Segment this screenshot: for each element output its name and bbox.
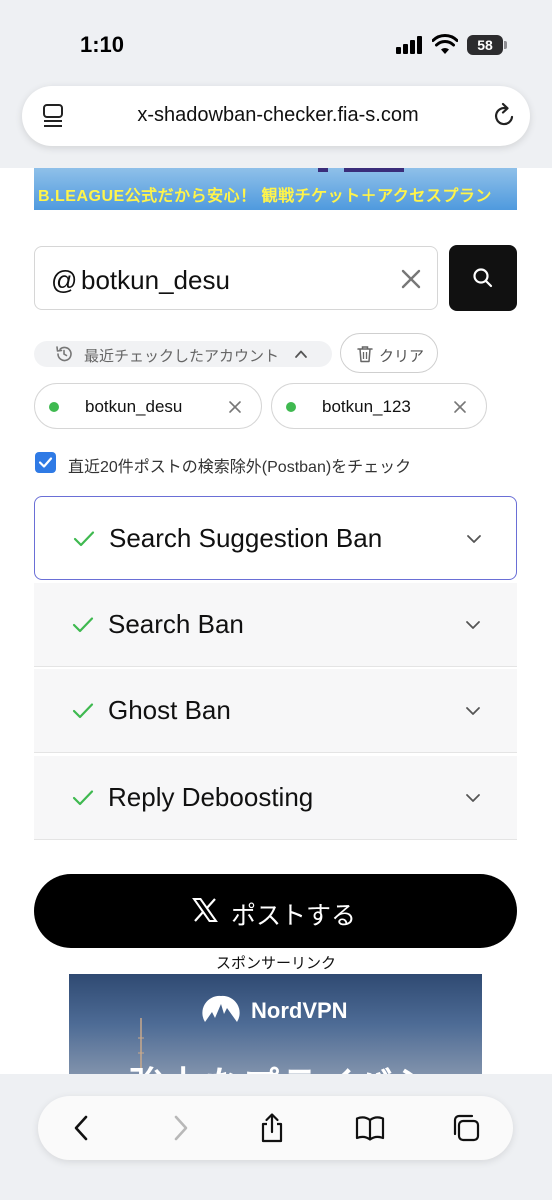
postban-checkbox-label[interactable]: 直近20件ポストの検索除外(Postban)をチェック	[68, 453, 411, 477]
status-time: 1:10	[80, 32, 125, 57]
check-search-suggestion-ban[interactable]: Search Suggestion Ban	[34, 496, 517, 580]
remove-account-icon[interactable]	[452, 399, 468, 415]
status-dot	[49, 402, 59, 412]
recent-account-chip[interactable]: botkun_123	[271, 383, 487, 429]
clear-history-button[interactable]: クリア	[340, 333, 438, 373]
check-ok-icon	[72, 617, 94, 633]
ad-banner[interactable]: B.LEAGUE公式だから安心！ 観戦チケット＋アクセスプラン	[34, 168, 517, 210]
post-button-label: ポストする	[231, 902, 357, 930]
battery-indicator: 58	[467, 35, 503, 55]
check-reply-deboosting[interactable]: Reply Deboosting	[34, 756, 517, 840]
search-button[interactable]	[449, 245, 517, 311]
check-title: Search Suggestion Ban	[109, 523, 383, 553]
page-menu-icon[interactable]	[42, 103, 64, 129]
history-icon	[56, 346, 72, 362]
address-bar[interactable]: x-shadowban-checker.fia-s.com	[22, 86, 530, 146]
status-bar: 1:10 58	[0, 0, 552, 88]
cellular-signal-icon	[396, 36, 424, 54]
ad-brand-name: NordVPN	[251, 998, 348, 1023]
postban-checkbox[interactable]	[35, 452, 56, 473]
nordvpn-logo-icon	[202, 995, 240, 1022]
search-icon	[473, 268, 493, 288]
at-prefix: @	[51, 265, 78, 295]
forward-icon[interactable]	[164, 1112, 196, 1144]
tabs-icon[interactable]	[450, 1112, 482, 1144]
username-search-input[interactable]: @ botkun_desu	[34, 246, 438, 310]
trash-icon	[357, 346, 373, 363]
chevron-down-icon	[467, 535, 481, 543]
recent-account-name: botkun_desu	[85, 397, 183, 416]
chevron-down-icon	[466, 794, 480, 802]
sponsor-label: スポンサーリンク	[215, 955, 336, 972]
browser-toolbar	[38, 1096, 513, 1160]
banner-logo-fragment	[318, 168, 404, 172]
banner-text: B.LEAGUE公式だから安心！ 観戦チケット＋アクセスプラン	[38, 188, 492, 205]
back-icon[interactable]	[66, 1112, 98, 1144]
wifi-icon	[432, 34, 458, 54]
check-title: Ghost Ban	[108, 695, 231, 725]
chevron-down-icon	[466, 707, 480, 715]
checkmark-icon	[38, 457, 53, 468]
check-title: Reply Deboosting	[108, 782, 314, 812]
bookmarks-icon[interactable]	[354, 1112, 386, 1144]
search-value[interactable]: botkun_desu	[81, 265, 230, 296]
recent-accounts-label: 最近チェックしたアカウント	[84, 348, 280, 365]
x-logo-icon	[192, 898, 218, 922]
recent-account-name: botkun_123	[322, 397, 411, 416]
check-ok-icon	[72, 790, 94, 806]
reload-icon[interactable]	[492, 102, 516, 128]
url-text[interactable]: x-shadowban-checker.fia-s.com	[98, 104, 458, 127]
check-search-ban[interactable]: Search Ban	[34, 583, 517, 667]
clear-input-icon[interactable]	[399, 267, 423, 291]
sponsored-ad[interactable]: NordVPN 強力なプライバシー	[69, 974, 482, 1084]
post-to-x-button[interactable]: ポストする	[34, 874, 517, 948]
check-ok-icon	[72, 703, 94, 719]
chevron-up-icon	[295, 350, 307, 358]
battery-tip	[504, 41, 507, 49]
remove-account-icon[interactable]	[227, 399, 243, 415]
recent-account-chip[interactable]: botkun_desu	[34, 383, 262, 429]
check-title: Search Ban	[108, 609, 244, 639]
check-ok-icon	[73, 531, 95, 547]
clear-history-label: クリア	[379, 348, 425, 365]
status-dot	[286, 402, 296, 412]
recent-accounts-toggle[interactable]: 最近チェックしたアカウント	[34, 341, 332, 367]
chevron-down-icon	[466, 621, 480, 629]
check-ghost-ban[interactable]: Ghost Ban	[34, 669, 517, 753]
share-icon[interactable]	[256, 1112, 288, 1144]
